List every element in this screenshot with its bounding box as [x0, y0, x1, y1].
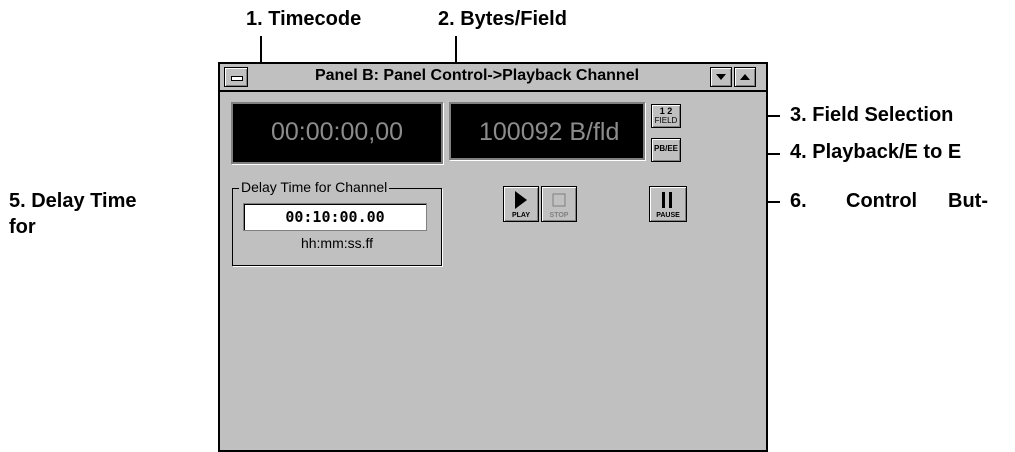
- play-icon: [515, 191, 527, 209]
- stop-label: STOP: [549, 212, 569, 219]
- pause-icon: [662, 192, 672, 208]
- system-menu-button[interactable]: [224, 67, 248, 87]
- callout-timecode: 1. Timecode: [246, 8, 362, 30]
- delay-time-legend: Delay Time for Channel: [239, 179, 390, 195]
- callout-control-buttons-num: 6.: [790, 190, 807, 212]
- timecode-display: 00:00:00,00: [231, 102, 443, 164]
- play-button[interactable]: PLAY: [503, 186, 539, 222]
- delay-time-format-hint: hh:mm:ss.ff: [300, 235, 374, 251]
- callout-playback-ee: 4. Playback/E to E: [790, 141, 962, 163]
- field-button-label: FIELD: [654, 116, 678, 125]
- title-bar[interactable]: Panel B: Panel Control->Playback Channel: [220, 64, 766, 92]
- pause-label: PAUSE: [656, 212, 680, 219]
- delay-time-group: Delay Time for Channel 00:10:00.00 hh:mm…: [232, 179, 442, 266]
- maximize-button[interactable]: [734, 67, 756, 87]
- play-label: PLAY: [511, 212, 531, 219]
- playback-ee-button[interactable]: PB/EE: [651, 138, 681, 162]
- system-menu-icon: [231, 76, 243, 81]
- pbee-label: PB/EE: [653, 144, 678, 153]
- minimize-button[interactable]: [710, 67, 732, 87]
- callout-field-selection: 3. Field Selection: [790, 104, 954, 126]
- stop-button[interactable]: STOP: [541, 186, 577, 222]
- callout-control-buttons-cont: But-: [948, 190, 988, 212]
- field-button-numbers: 1 2: [659, 106, 673, 116]
- delay-time-input[interactable]: 00:10:00.00: [243, 203, 427, 231]
- pause-button[interactable]: PAUSE: [649, 186, 687, 222]
- minimize-arrow-icon: [716, 74, 726, 80]
- maximize-arrow-icon: [740, 74, 750, 80]
- bytes-per-field-display: 100092 B/fld: [449, 102, 645, 160]
- callout-bytes-field: 2. Bytes/Field: [438, 8, 567, 30]
- field-selection-button[interactable]: 1 2 FIELD: [651, 104, 681, 128]
- callout-delay-time-cont: for: [9, 216, 36, 238]
- stop-icon: [552, 193, 566, 207]
- callout-control-buttons-word: Control: [846, 190, 918, 212]
- callout-delay-time: 5. Delay Time: [9, 190, 137, 212]
- window-title: Panel B: Panel Control->Playback Channel: [314, 67, 640, 84]
